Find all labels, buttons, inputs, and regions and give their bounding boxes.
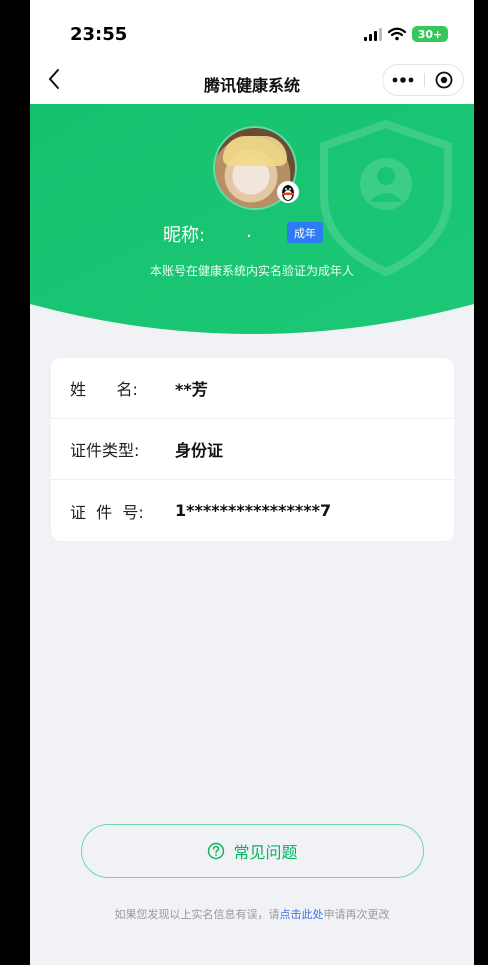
name-label: 姓 名: <box>70 380 138 399</box>
correction-note: 如果您发现以上实名信息有误，请点击此处申请再次更改 <box>30 906 474 922</box>
correction-note-prefix: 如果您发现以上实名信息有误，请 <box>114 908 280 921</box>
info-row-name: 姓 名: **芳 <box>51 358 454 419</box>
top-bar: 23:55 30+ 腾讯健康系统 <box>30 0 474 104</box>
adult-status-badge: 成年 <box>287 222 323 243</box>
identity-info-card: 姓 名: **芳 证件类型: 身份证 证 件 号: 1*************… <box>51 358 454 541</box>
status-time: 23:55 <box>70 24 128 45</box>
mobile-screen: 23:55 30+ 腾讯健康系统 昵称: . 成年 本账号在健康系统内实名验证为… <box>30 0 474 965</box>
status-icons: 30+ <box>364 26 448 42</box>
nickname-label: 昵称: <box>163 225 206 246</box>
wifi-icon <box>388 27 406 41</box>
close-miniprogram-button[interactable] <box>425 65 463 95</box>
more-button[interactable] <box>383 65 423 95</box>
more-dots-icon <box>392 77 414 83</box>
id-number-value: 1****************7 <box>175 501 332 520</box>
id-type-label: 证件类型: <box>70 441 140 460</box>
question-circle-icon <box>208 842 225 860</box>
correction-note-suffix: 申请再次更改 <box>323 908 390 921</box>
target-circle-icon <box>435 71 453 89</box>
verification-description: 本账号在健康系统内实名验证为成年人 <box>149 264 354 278</box>
info-row-id-type: 证件类型: 身份证 <box>51 419 454 480</box>
miniprogram-capsule <box>382 64 464 96</box>
faq-button[interactable]: 常见问题 <box>81 824 424 878</box>
faq-label: 常见问题 <box>233 843 298 862</box>
battery-indicator: 30+ <box>412 26 448 42</box>
signal-icon <box>364 27 382 41</box>
qq-penguin-icon <box>277 181 299 203</box>
info-row-id-number: 证 件 号: 1****************7 <box>51 480 454 541</box>
id-number-label: 证 件 号: <box>70 502 144 522</box>
nickname-value: . <box>246 221 252 242</box>
name-value: **芳 <box>175 380 208 399</box>
correction-link[interactable]: 点击此处 <box>280 908 324 921</box>
id-type-value: 身份证 <box>175 441 224 460</box>
